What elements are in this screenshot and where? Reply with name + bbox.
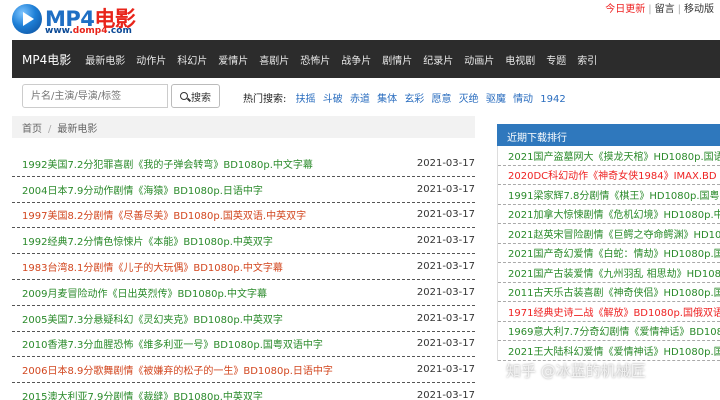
nav-item-topics[interactable]: 专题 bbox=[546, 52, 566, 67]
download-ranking-panel: 近期下载排行 2021国产盗墓网大《摸龙天棺》HD1080p.国语 2020DC… bbox=[497, 124, 720, 361]
play-logo-icon bbox=[12, 4, 42, 34]
list-item: 2021王大陆科幻爱情《爱情神话》HD1080p.国 bbox=[498, 341, 720, 361]
movie-title-link[interactable]: 2009月麦冒险动作《日出英烈传》BD1080p.中文字幕 bbox=[22, 285, 413, 300]
nav-item-documentary[interactable]: 纪录片 bbox=[423, 52, 453, 67]
hot-word[interactable]: 赤道 bbox=[350, 94, 370, 105]
hot-word[interactable]: 愿意 bbox=[432, 94, 452, 105]
list-item: 2005美国7.3分悬疑科幻《灵幻夹克》BD1080p.中英双字 2021-03-… bbox=[12, 306, 475, 332]
list-item: 2021国产盗墓网大《摸龙天棺》HD1080p.国语 bbox=[498, 146, 720, 166]
search-button-label: 搜索 bbox=[191, 92, 211, 104]
list-item: 1992经典7.2分情色惊悚片《本能》BD1080p.中英双字 2021-03-1… bbox=[12, 228, 475, 255]
hot-word[interactable]: 灭绝 bbox=[459, 94, 479, 105]
list-item: 1992美国7.2分犯罪喜剧《我的子弹会转弯》BD1080p.中文字幕 2021-… bbox=[12, 151, 475, 177]
nav-item-tv-series[interactable]: 电视剧 bbox=[505, 52, 535, 67]
top-links: 今日更新 | 留言 | 移动版 bbox=[605, 4, 714, 15]
movie-title-link[interactable]: 1992经典7.2分情色惊悚片《本能》BD1080p.中英双字 bbox=[22, 233, 413, 248]
movie-title-link[interactable]: 2005美国7.3分悬疑科幻《灵幻夹克》BD1080p.中英双字 bbox=[22, 311, 413, 326]
nav-item-scifi[interactable]: 科幻片 bbox=[177, 52, 207, 67]
nav-item-index[interactable]: 索引 bbox=[577, 52, 597, 67]
movie-title-link[interactable]: 1997美国8.2分剧情《尽善尽美》BD1080p.国英双语.中英双字 bbox=[22, 207, 413, 222]
movie-date: 2021-03-17 bbox=[416, 157, 475, 169]
hot-word[interactable]: 斗破 bbox=[323, 94, 343, 105]
movie-date: 2021-03-17 bbox=[416, 286, 475, 298]
breadcrumb-current: 最新电影 bbox=[57, 124, 98, 135]
list-item: 1997美国8.2分剧情《尽善尽美》BD1080p.国英双语.中英双字 2021-… bbox=[12, 203, 475, 229]
list-item: 2021国产古装爱情《九州羽乱 相思劫》HD1080 bbox=[498, 263, 720, 283]
list-item: 1991梁家辉7.8分剧情《棋王》HD1080p.国粤 bbox=[498, 185, 720, 205]
list-item: 2009月麦冒险动作《日出英烈传》BD1080p.中文字幕 2021-03-17 bbox=[12, 280, 475, 306]
movie-date: 2021-03-17 bbox=[416, 364, 475, 376]
movie-date: 2021-03-17 bbox=[416, 235, 475, 247]
ranking-link[interactable]: 2021国产奇幻爱情《白蛇：情劫》HD1080p.国 bbox=[508, 245, 720, 260]
ranking-link[interactable]: 2011古天乐古装喜剧《神奇侠侣》HD1080p.国 bbox=[508, 284, 720, 299]
list-item: 1971经典史诗二战《解放》BD1080p.国俄双语 bbox=[498, 302, 720, 322]
list-item: 2011古天乐古装喜剧《神奇侠侣》HD1080p.国 bbox=[498, 283, 720, 302]
nav-item-comedy[interactable]: 喜剧片 bbox=[259, 52, 289, 67]
hot-word[interactable]: 驱魔 bbox=[486, 94, 506, 105]
movie-title-link[interactable]: 2004日本7.9分动作剧情《海猿》BD1080p.日语中字 bbox=[22, 182, 413, 197]
list-item: 1983台湾8.1分剧情《儿子的大玩偶》BD1080p.中文字幕 2021-03-… bbox=[12, 254, 475, 280]
movie-title-link[interactable]: 1983台湾8.1分剧情《儿子的大玩偶》BD1080p.中文字幕 bbox=[22, 259, 413, 274]
nav-item-animation[interactable]: 动画片 bbox=[464, 52, 494, 67]
hot-word[interactable]: 情动 bbox=[513, 94, 533, 105]
movie-title-link[interactable]: 2006日本8.9分歌舞剧情《被嫌弃的松子的一生》BD1080p.日语中字 bbox=[22, 362, 413, 377]
movie-list: 1992美国7.2分犯罪喜剧《我的子弹会转弯》BD1080p.中文字幕 2021-… bbox=[12, 151, 475, 400]
hot-search-label: 热门搜索: bbox=[243, 94, 287, 105]
ranking-link[interactable]: 1991梁家辉7.8分剧情《棋王》HD1080p.国粤 bbox=[508, 187, 720, 202]
ranking-link[interactable]: 1971经典史诗二战《解放》BD1080p.国俄双语 bbox=[508, 304, 720, 319]
nav-item-action[interactable]: 动作片 bbox=[136, 52, 166, 67]
list-item: 2010香港7.3分血腥恐怖《维多利亚一号》BD1080p.国粤双语中字 2021… bbox=[12, 332, 475, 358]
main-nav: MP4电影 最新电影 动作片 科幻片 爱情片 喜剧片 恐怖片 战争片 剧情片 纪… bbox=[12, 40, 720, 78]
ranking-link[interactable]: 2021赵英宋冒险剧情《巨鳄之夺命鳄渊》HD10 bbox=[508, 226, 720, 241]
nav-item-drama[interactable]: 剧情片 bbox=[382, 52, 412, 67]
ranking-link[interactable]: 2021加拿大惊悚剧情《危机幻境》HD1080p.中 bbox=[508, 206, 720, 221]
search-input[interactable] bbox=[22, 84, 168, 108]
list-item: 2004日本7.9分动作剧情《海猿》BD1080p.日语中字 2021-03-17 bbox=[12, 177, 475, 203]
hot-word[interactable]: 1942 bbox=[540, 94, 565, 105]
movie-title-link[interactable]: 2010香港7.3分血腥恐怖《维多利亚一号》BD1080p.国粤双语中字 bbox=[22, 336, 413, 351]
today-update-link[interactable]: 今日更新 bbox=[605, 4, 645, 15]
list-item: 2021加拿大惊悚剧情《危机幻境》HD1080p.中 bbox=[498, 205, 720, 224]
nav-item-war[interactable]: 战争片 bbox=[341, 52, 371, 67]
nav-item-horror[interactable]: 恐怖片 bbox=[300, 52, 330, 67]
nav-brand[interactable]: MP4电影 bbox=[22, 51, 71, 68]
list-item: 2006日本8.9分歌舞剧情《被嫌弃的松子的一生》BD1080p.日语中字 202… bbox=[12, 357, 475, 384]
nav-item-romance[interactable]: 爱情片 bbox=[218, 52, 248, 67]
hot-word[interactable]: 玄彩 bbox=[404, 94, 424, 105]
message-link[interactable]: 留言 bbox=[655, 4, 675, 15]
logo-url: www.domp4.com bbox=[45, 26, 132, 36]
movie-title-link[interactable]: 1992美国7.2分犯罪喜剧《我的子弹会转弯》BD1080p.中文字幕 bbox=[22, 156, 413, 171]
breadcrumb-home-link[interactable]: 首页 bbox=[22, 124, 42, 135]
hot-word[interactable]: 集体 bbox=[377, 94, 397, 105]
ranking-list: 2021国产盗墓网大《摸龙天棺》HD1080p.国语 2020DC科幻动作《神奇… bbox=[497, 146, 720, 361]
ranking-link[interactable]: 2021王大陆科幻爱情《爱情神话》HD1080p.国 bbox=[508, 343, 720, 358]
ranking-link[interactable]: 1969意大利7.7分奇幻剧情《爱情神话》BD1080 bbox=[508, 323, 720, 338]
breadcrumb: 首页 / 最新电影 bbox=[12, 116, 475, 138]
ranking-link[interactable]: 2021国产盗墓网大《摸龙天棺》HD1080p.国语 bbox=[508, 148, 720, 163]
list-item: 2021国产奇幻爱情《白蛇：情劫》HD1080p.国 bbox=[498, 244, 720, 263]
watermark: 知乎 @冰蓝的机械匠 bbox=[506, 362, 646, 380]
movie-date: 2021-03-17 bbox=[416, 261, 475, 273]
mobile-link[interactable]: 移动版 bbox=[684, 4, 714, 15]
search-button[interactable]: 搜索 bbox=[171, 84, 220, 108]
movie-date: 2021-03-17 bbox=[416, 183, 475, 195]
list-item: 1969意大利7.7分奇幻剧情《爱情神话》BD1080 bbox=[498, 322, 720, 341]
movie-date: 2021-03-17 bbox=[416, 209, 475, 221]
panel-title: 近期下载排行 bbox=[497, 124, 720, 146]
movie-date: 2021-03-17 bbox=[416, 312, 475, 324]
hot-word[interactable]: 扶摇 bbox=[296, 94, 316, 105]
list-item: 2020DC科幻动作《神奇女侠1984》IMAX.BD bbox=[498, 166, 720, 185]
movie-date: 2021-03-17 bbox=[416, 390, 475, 400]
search-icon bbox=[180, 92, 188, 100]
movie-date: 2021-03-17 bbox=[416, 338, 475, 350]
ranking-link[interactable]: 2021国产古装爱情《九州羽乱 相思劫》HD1080 bbox=[508, 265, 720, 280]
list-item: 2015澳大利亚7.9分剧情《裁缝》BD1080p.中英双字 2021-03-17 bbox=[12, 383, 475, 400]
nav-item-latest[interactable]: 最新电影 bbox=[85, 52, 125, 67]
site-logo[interactable]: MP4电影 www.domp4.com bbox=[12, 2, 152, 36]
list-item: 2021赵英宋冒险剧情《巨鳄之夺命鳄渊》HD10 bbox=[498, 224, 720, 244]
ranking-link[interactable]: 2020DC科幻动作《神奇女侠1984》IMAX.BD bbox=[508, 167, 717, 182]
hot-searches: 热门搜索: 扶摇 斗破 赤道 集体 玄彩 愿意 灭绝 驱魔 情动 1942 bbox=[243, 90, 570, 105]
movie-title-link[interactable]: 2015澳大利亚7.9分剧情《裁缝》BD1080p.中英双字 bbox=[22, 388, 413, 400]
